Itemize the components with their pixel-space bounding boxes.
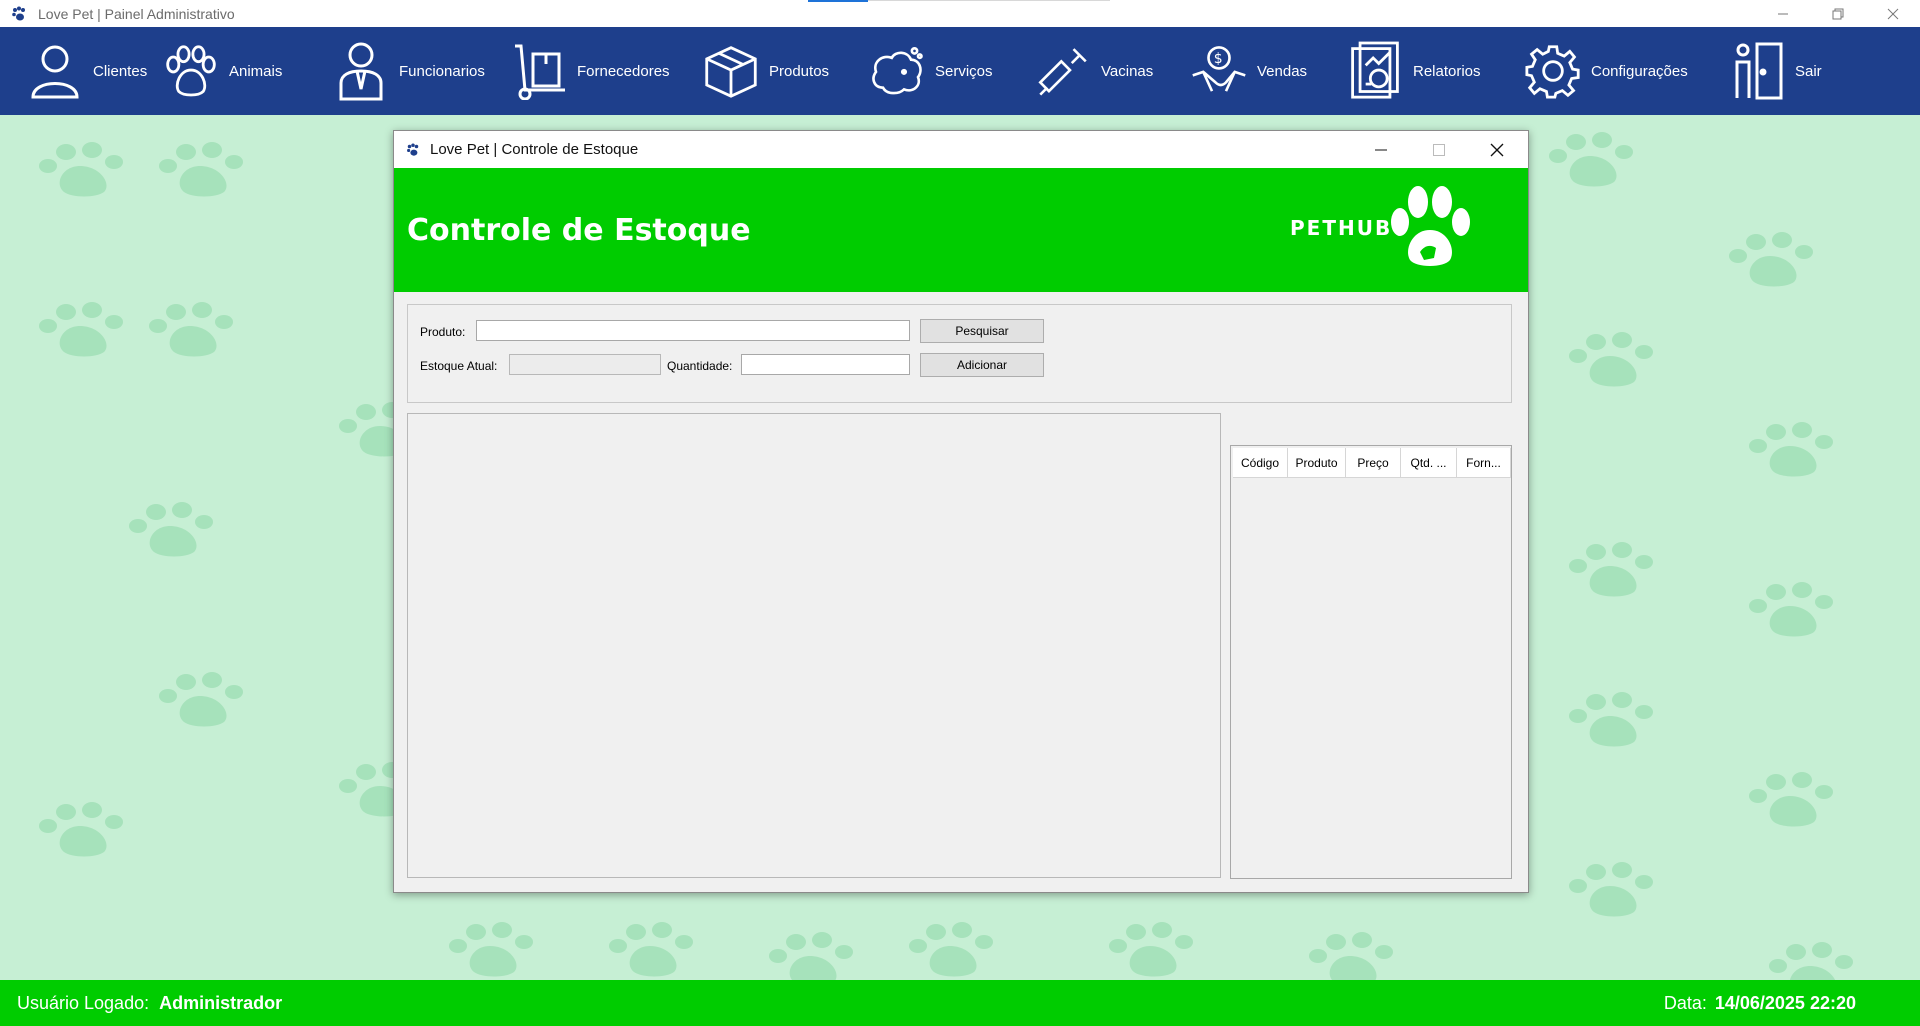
app-titlebar: Love Pet | Painel Administrativo — [0, 0, 1920, 27]
handshake-money-icon: $ — [1191, 39, 1247, 103]
close-button[interactable] — [1866, 0, 1920, 27]
column-header-preco[interactable]: Preço — [1346, 448, 1401, 478]
quantidade-label: Quantidade: — [667, 359, 733, 373]
background-paw-icon — [30, 300, 140, 365]
background-paw-icon — [1560, 330, 1670, 395]
dialog-minimize-button[interactable] — [1352, 131, 1410, 168]
syringe-icon — [1035, 39, 1091, 103]
box-icon — [703, 39, 759, 103]
date-value: 14/06/2025 22:20 — [1714, 992, 1856, 1013]
background-paw-icon — [600, 920, 710, 985]
date-label: Data: — [1663, 992, 1707, 1013]
app-title: Love Pet | Painel Administrativo — [38, 5, 235, 22]
nav-label: Funcionarios — [399, 62, 485, 80]
hand-truck-icon — [511, 39, 567, 103]
brand-paw-logo-icon — [1386, 184, 1476, 275]
employee-icon — [333, 39, 389, 103]
background-paw-icon — [1540, 130, 1650, 195]
table-header: Código Produto Preço Qtd. ... Forn... — [1233, 448, 1511, 478]
restore-button[interactable] — [1811, 0, 1865, 27]
main-nav-bar: Clientes Animais Funcionarios Fornecedor… — [0, 27, 1920, 115]
brand-name: PETHUB — [1290, 216, 1393, 240]
column-header-quantidade[interactable]: Qtd. ... — [1401, 448, 1457, 478]
nav-funcionarios[interactable]: Funcionarios — [333, 27, 511, 115]
background-paw-icon — [150, 140, 260, 205]
pesquisar-button[interactable]: Pesquisar — [920, 319, 1044, 343]
svg-text:$: $ — [1214, 51, 1223, 67]
product-detail-panel — [407, 413, 1221, 878]
column-header-produto[interactable]: Produto — [1288, 448, 1346, 478]
nav-produtos[interactable]: Produtos — [703, 27, 869, 115]
nav-animais[interactable]: Animais — [163, 27, 333, 115]
status-bar: Usuário Logado: Administrador Data: 14/0… — [0, 980, 1920, 1026]
estoque-atual-label: Estoque Atual: — [420, 359, 498, 373]
column-header-fornecedor[interactable]: Forn... — [1457, 448, 1511, 478]
background-paw-icon — [140, 300, 250, 365]
nav-label: Animais — [229, 62, 283, 80]
logged-user-value: Administrador — [159, 992, 283, 1013]
nav-label: Clientes — [93, 62, 148, 80]
dialog-header-banner: Controle de Estoque PETHUB — [394, 168, 1528, 292]
dialog-title: Love Pet | Controle de Estoque — [430, 141, 639, 158]
dialog-paw-logo-icon — [406, 142, 422, 158]
background-paw-icon — [1720, 230, 1830, 295]
nav-label: Configurações — [1591, 62, 1688, 80]
background-paw-icon — [1740, 580, 1850, 645]
nav-vacinas[interactable]: Vacinas — [1035, 27, 1191, 115]
background-paw-icon — [1740, 420, 1850, 485]
nav-configuracoes[interactable]: Configurações — [1525, 27, 1729, 115]
background-paw-icon — [120, 500, 230, 565]
nav-label: Vendas — [1257, 62, 1308, 80]
nav-label: Relatorios — [1413, 62, 1481, 80]
title-divider-line — [868, 0, 1110, 1]
app-paw-logo-icon — [10, 5, 28, 23]
produto-label: Produto: — [420, 325, 466, 339]
background-paw-icon — [30, 800, 140, 865]
nav-label: Sair — [1795, 62, 1822, 80]
product-form-panel: Produto: Pesquisar Estoque Atual: Quanti… — [407, 304, 1512, 403]
background-paw-icon — [1100, 920, 1210, 985]
nav-label: Fornecedores — [577, 62, 670, 80]
nav-sair[interactable]: Sair — [1729, 27, 1849, 115]
background-paw-icon — [440, 920, 550, 985]
gear-icon — [1525, 39, 1581, 103]
estoque-atual-field — [509, 354, 661, 375]
nav-clientes[interactable]: Clientes — [27, 27, 163, 115]
dialog-titlebar: Love Pet | Controle de Estoque — [394, 131, 1528, 168]
minimize-button[interactable] — [1756, 0, 1810, 27]
dialog-maximize-button[interactable] — [1410, 131, 1468, 168]
nav-label: Vacinas — [1101, 62, 1154, 80]
dog-bath-icon — [869, 39, 925, 103]
header-title: Controle de Estoque — [407, 213, 751, 248]
nav-label: Produtos — [769, 62, 830, 80]
background-paw-icon — [1560, 860, 1670, 925]
column-header-codigo[interactable]: Código — [1233, 448, 1288, 478]
background-paw-icon — [900, 920, 1010, 985]
dialog-close-button[interactable] — [1468, 131, 1526, 168]
logged-user-label: Usuário Logado: — [17, 992, 150, 1013]
nav-label: Serviços — [935, 62, 993, 80]
nav-relatorios[interactable]: Relatorios — [1347, 27, 1525, 115]
background-paw-icon — [150, 670, 260, 735]
background-paw-icon — [1740, 770, 1850, 835]
person-icon — [27, 39, 83, 103]
report-icon — [1347, 39, 1403, 103]
nav-fornecedores[interactable]: Fornecedores — [511, 27, 703, 115]
products-table[interactable]: Código Produto Preço Qtd. ... Forn... — [1230, 445, 1512, 879]
quantidade-input[interactable] — [741, 354, 910, 375]
background-paw-icon — [1560, 690, 1670, 755]
stock-control-dialog: Love Pet | Controle de Estoque Controle … — [393, 130, 1529, 893]
exit-door-icon — [1729, 39, 1785, 103]
title-accent-line — [808, 0, 868, 2]
background-paw-icon — [1560, 540, 1670, 605]
nav-vendas[interactable]: $ Vendas — [1191, 27, 1347, 115]
produto-input[interactable] — [476, 320, 910, 341]
nav-servicos[interactable]: Serviços — [869, 27, 1035, 115]
paw-icon — [163, 39, 219, 103]
background-paw-icon — [30, 140, 140, 205]
adicionar-button[interactable]: Adicionar — [920, 353, 1044, 377]
